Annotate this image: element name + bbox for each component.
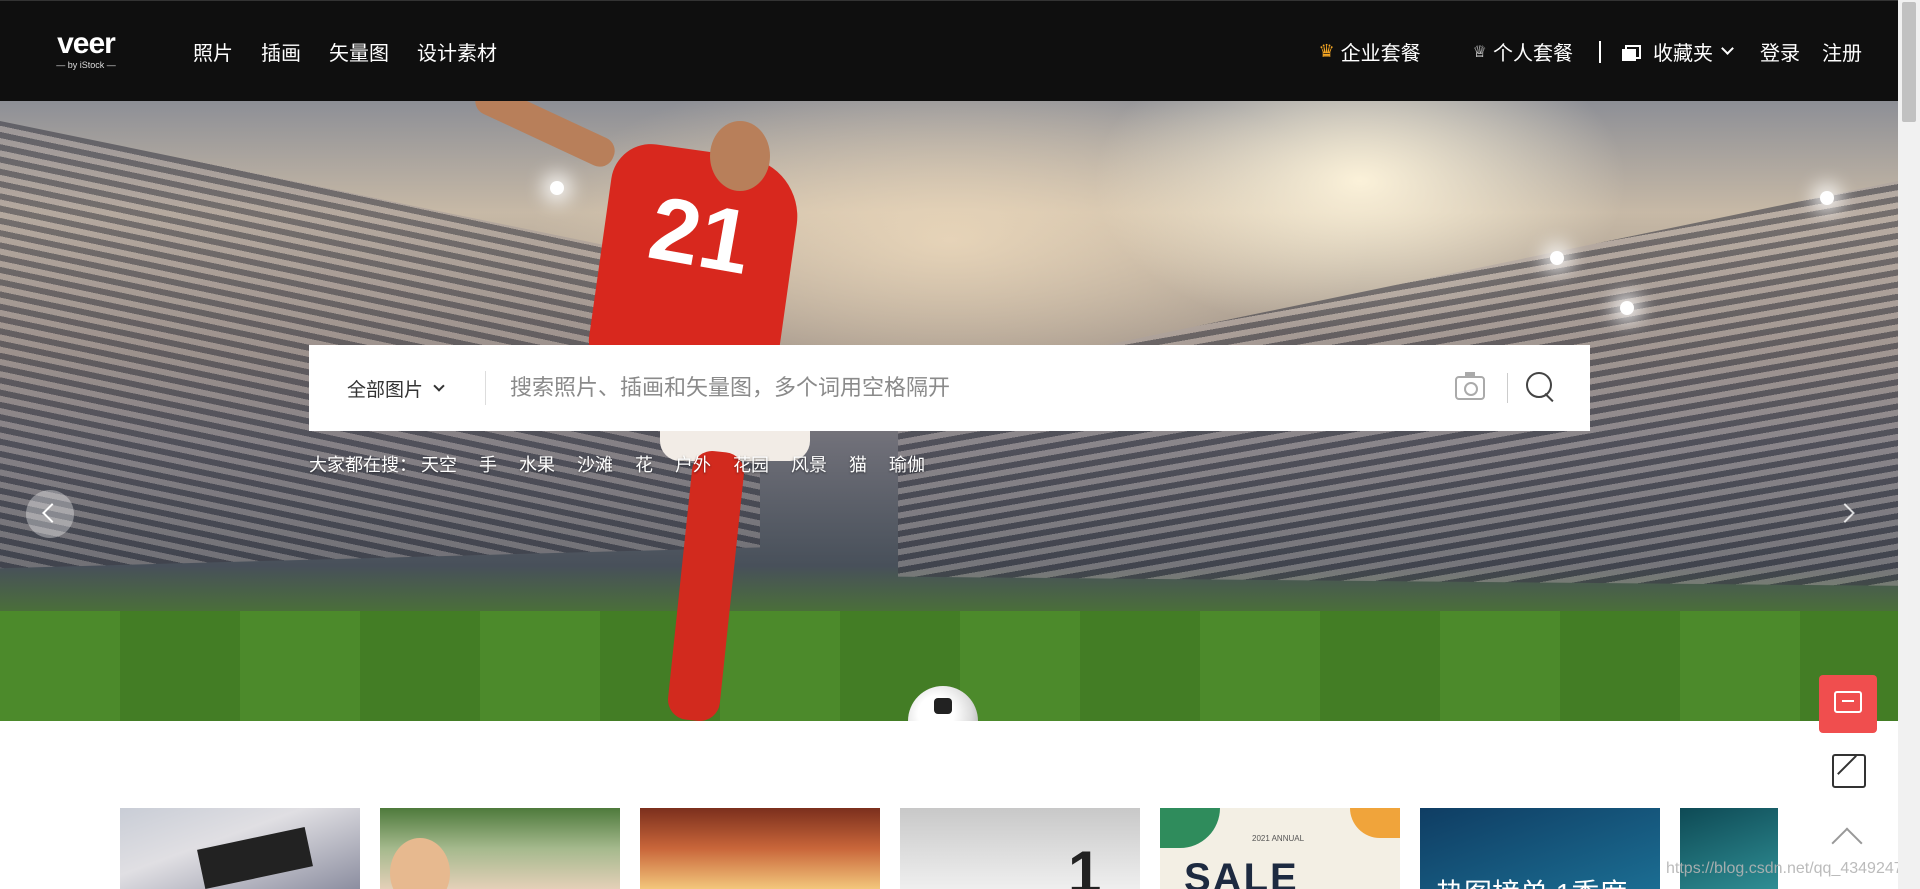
thumbnail-graduation[interactable] bbox=[120, 808, 360, 889]
veer-logo[interactable]: veer — by iStock — bbox=[46, 29, 126, 71]
hot-searches-label: 大家都在搜： bbox=[309, 455, 417, 475]
enterprise-plan-label: 企业套餐 bbox=[1340, 43, 1421, 65]
personal-plan-label: 个人套餐 bbox=[1493, 43, 1573, 65]
search-bar: 全部图片 bbox=[309, 345, 1590, 431]
crown-outline-icon: ♕ bbox=[1472, 43, 1487, 61]
chevron-down-icon bbox=[433, 379, 445, 392]
watermark-url: https://blog.csdn.net/qq_43492470 bbox=[1666, 860, 1912, 877]
nav-illustrations[interactable]: 插画 bbox=[261, 37, 301, 66]
thumbnail-number-text: 1 bbox=[1068, 839, 1102, 889]
favorites-dropdown[interactable]: 收藏夹 bbox=[1622, 37, 1734, 66]
hot-searches: 大家都在搜： 天空 手 水果 沙滩 花 户外 花园 风景 猫 瑜伽 bbox=[309, 451, 925, 477]
hot-list-text: 热图榜单 1季度 bbox=[1436, 872, 1627, 889]
featured-thumbnails: 1 2021 ANNUAL SALE 热图榜单 1季度 bbox=[120, 808, 1778, 889]
thumbnail-child[interactable] bbox=[380, 808, 620, 889]
user-nav: ♛ 企业套餐 ♕ 个人套餐 收藏夹 登录 注册 bbox=[1319, 1, 1862, 102]
nav-divider bbox=[1599, 40, 1601, 63]
login-link[interactable]: 登录 bbox=[1760, 37, 1800, 66]
hot-term[interactable]: 沙滩 bbox=[577, 451, 613, 477]
hot-term[interactable]: 瑜伽 bbox=[889, 451, 925, 477]
nav-photos[interactable]: 照片 bbox=[193, 37, 233, 66]
chat-button[interactable] bbox=[1819, 675, 1877, 733]
hot-term[interactable]: 户外 bbox=[675, 451, 711, 477]
player-leg bbox=[666, 449, 746, 721]
register-link[interactable]: 注册 bbox=[1822, 37, 1862, 66]
back-to-top-icon[interactable] bbox=[1831, 827, 1863, 859]
hot-term[interactable]: 猫 bbox=[849, 451, 867, 477]
search-category-label: 全部图片 bbox=[347, 379, 424, 401]
thumbnail-hot-list[interactable]: 热图榜单 1季度 bbox=[1420, 808, 1660, 889]
jersey-number: 21 bbox=[642, 178, 759, 294]
leaf-decoration bbox=[1350, 808, 1400, 838]
page-scrollbar[interactable] bbox=[1898, 0, 1920, 889]
main-nav: 照片 插画 矢量图 设计素材 bbox=[193, 1, 497, 102]
hot-term[interactable]: 水果 bbox=[519, 451, 555, 477]
floodlight bbox=[1550, 251, 1564, 265]
search-category-select[interactable]: 全部图片 bbox=[309, 375, 485, 402]
hot-term[interactable]: 手 bbox=[479, 451, 497, 477]
sale-text: SALE bbox=[1184, 856, 1299, 889]
nav-vectors[interactable]: 矢量图 bbox=[329, 37, 389, 66]
hot-term[interactable]: 风景 bbox=[791, 451, 827, 477]
scrollbar-thumb[interactable] bbox=[1902, 2, 1916, 122]
camera-icon[interactable] bbox=[1455, 372, 1485, 400]
hot-term[interactable]: 花园 bbox=[733, 451, 769, 477]
edit-button[interactable] bbox=[1832, 754, 1866, 788]
floodlight bbox=[1620, 301, 1634, 315]
crown-icon: ♛ bbox=[1318, 41, 1335, 61]
chevron-down-icon bbox=[1721, 42, 1734, 55]
hot-term[interactable]: 花 bbox=[635, 451, 653, 477]
search-input[interactable] bbox=[486, 345, 1455, 431]
search-divider bbox=[1507, 373, 1508, 403]
carousel-prev-button[interactable] bbox=[26, 490, 74, 538]
sale-subtitle: 2021 ANNUAL bbox=[1252, 834, 1305, 843]
player-arm bbox=[470, 101, 620, 172]
search-icon[interactable] bbox=[1526, 372, 1558, 404]
floodlight bbox=[1820, 191, 1834, 205]
nav-design-assets[interactable]: 设计素材 bbox=[417, 37, 497, 66]
thumbnail-sale[interactable]: 2021 ANNUAL SALE bbox=[1160, 808, 1400, 889]
thumbnail-number[interactable]: 1 bbox=[900, 808, 1140, 889]
hot-term[interactable]: 天空 bbox=[421, 451, 457, 477]
player-head bbox=[710, 121, 770, 191]
logo-subtext: — by iStock — bbox=[56, 60, 116, 70]
leaf-decoration bbox=[1160, 808, 1220, 848]
folder-icon bbox=[1622, 44, 1641, 61]
top-header: veer — by iStock — 照片 插画 矢量图 设计素材 ♛ 企业套餐… bbox=[0, 0, 1898, 101]
enterprise-plan-link[interactable]: ♛ 企业套餐 bbox=[1319, 37, 1421, 66]
personal-plan-link[interactable]: ♕ 个人套餐 bbox=[1473, 37, 1573, 66]
child-face bbox=[390, 838, 450, 889]
thumbnail-sunset[interactable] bbox=[640, 808, 880, 889]
chat-icon bbox=[1834, 691, 1862, 713]
logo-text: veer bbox=[57, 27, 116, 60]
favorites-label: 收藏夹 bbox=[1653, 43, 1713, 65]
carousel-next-button[interactable] bbox=[1826, 490, 1874, 538]
graduation-cap bbox=[197, 827, 313, 889]
